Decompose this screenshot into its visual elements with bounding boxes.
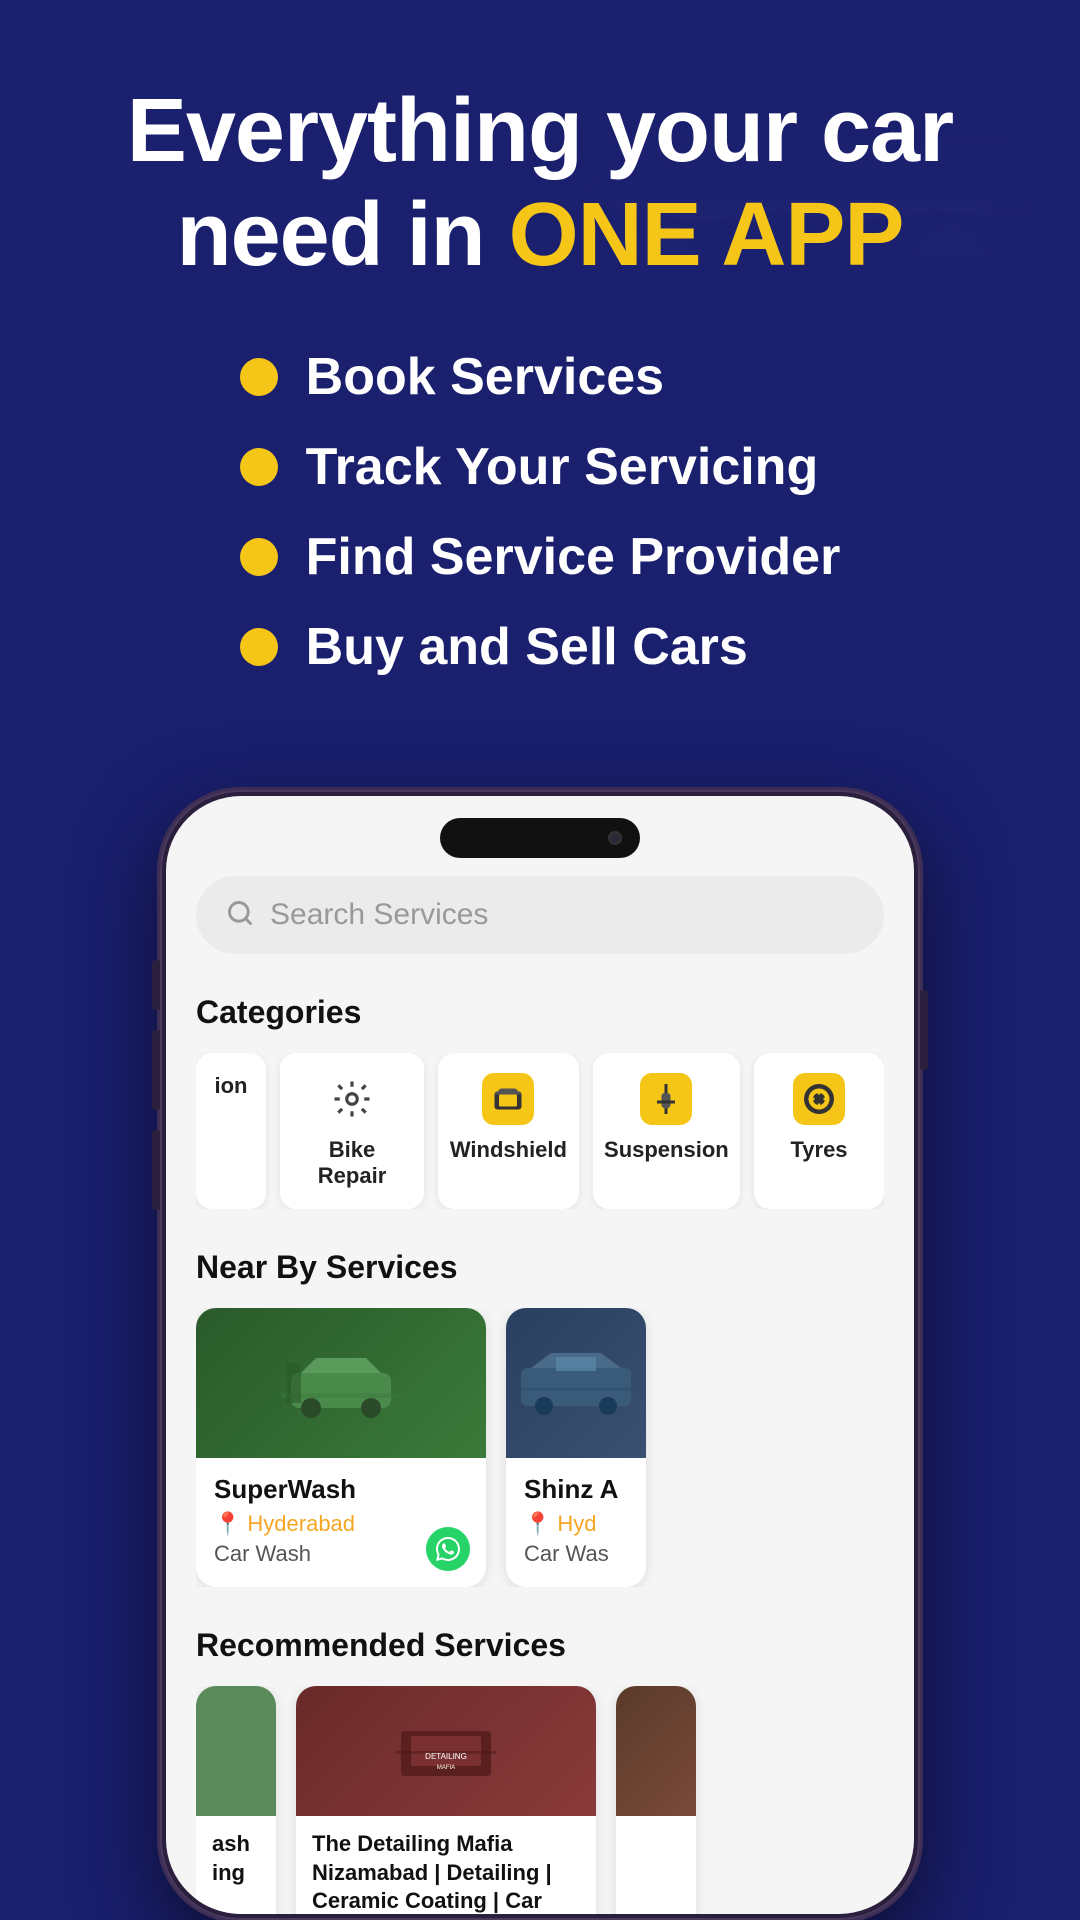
- detailing-body: The Detailing Mafia Nizamabad | Detailin…: [296, 1816, 596, 1914]
- feature-text-find: Find Service Provider: [306, 527, 841, 587]
- category-bike-repair[interactable]: Bike Repair: [280, 1053, 424, 1209]
- detailing-img: DETAILING MAFIA: [296, 1686, 596, 1816]
- rec-card-detailing[interactable]: DETAILING MAFIA The Detailing Mafia Niza…: [296, 1686, 596, 1914]
- categories-title: Categories: [196, 994, 884, 1031]
- bullet-dot-track: [240, 448, 278, 486]
- phone-screen: Search Services Categories ion: [166, 796, 914, 1914]
- rec-partial-left-body: ashing: [196, 1816, 276, 1914]
- category-windshield[interactable]: Windshield: [438, 1053, 579, 1209]
- shinz-type: Car Was: [524, 1541, 628, 1567]
- front-camera: [608, 831, 622, 845]
- service-cards-row: SuperWash 📍 Hyderabad Car Wash: [196, 1308, 884, 1587]
- volume-down-button: [152, 1130, 160, 1210]
- volume-up-button: [152, 1030, 160, 1110]
- category-suspension-name: Suspension: [604, 1137, 729, 1163]
- superwash-location: 📍 Hyderabad: [214, 1511, 468, 1537]
- gear-icon: [326, 1073, 378, 1125]
- rec-partial-left-img: [196, 1686, 276, 1816]
- search-placeholder: Search Services: [270, 898, 488, 932]
- detailing-name: The Detailing Mafia Nizamabad | Detailin…: [312, 1830, 580, 1914]
- dynamic-island: [440, 818, 640, 858]
- hero-title: Everything your car need in ONE APP: [60, 80, 1020, 287]
- shinz-name: Shinz A: [524, 1474, 628, 1505]
- search-bar[interactable]: Search Services: [196, 876, 884, 954]
- feature-track: Track Your Servicing: [240, 437, 841, 497]
- hero-title-highlight: ONE APP: [509, 185, 904, 285]
- silent-button: [152, 960, 160, 1010]
- superwash-name: SuperWash: [214, 1474, 468, 1505]
- category-bike-repair-name: Bike Repair: [298, 1137, 406, 1189]
- service-card-shinz[interactable]: Shinz A 📍 Hyd Car Was: [506, 1308, 646, 1587]
- rec-card-partial-right[interactable]: [616, 1686, 696, 1914]
- shinz-body: Shinz A 📍 Hyd Car Was: [506, 1458, 646, 1587]
- category-tyres[interactable]: Tyres: [754, 1053, 884, 1209]
- shinz-location: 📍 Hyd: [524, 1511, 628, 1537]
- superwash-image: [196, 1308, 486, 1458]
- svg-text:DETAILING: DETAILING: [425, 1752, 467, 1761]
- category-tyres-name: Tyres: [790, 1137, 847, 1163]
- rec-partial-left-name: ashing: [212, 1830, 260, 1887]
- feature-text-buy: Buy and Sell Cars: [306, 617, 748, 677]
- nearby-title: Near By Services: [196, 1249, 884, 1286]
- suspension-icon: [640, 1073, 692, 1125]
- shinz-image: [506, 1308, 646, 1458]
- power-button: [920, 990, 928, 1070]
- search-icon: [226, 899, 254, 932]
- rec-card-partial-left[interactable]: ashing: [196, 1686, 276, 1914]
- feature-find: Find Service Provider: [240, 527, 841, 587]
- rec-partial-right-img: [616, 1686, 696, 1816]
- hero-title-line1: Everything your car: [127, 81, 953, 181]
- windshield-icon: [482, 1073, 534, 1125]
- phone-content: Search Services Categories ion: [166, 796, 914, 1914]
- features-list: Book Services Track Your Servicing Find …: [240, 347, 841, 707]
- bullet-dot-book: [240, 358, 278, 396]
- category-partial[interactable]: ion: [196, 1053, 266, 1209]
- hero-section: Everything your car need in ONE APP Book…: [0, 0, 1080, 767]
- bullet-dot-buy: [240, 628, 278, 666]
- location-pin-icon: 📍: [214, 1511, 241, 1537]
- categories-row: ion Bike Repair: [196, 1053, 884, 1209]
- recommended-section: Recommended Services ashing: [196, 1627, 884, 1914]
- phone-mockup: Search Services Categories ion: [160, 790, 920, 1920]
- nearby-section: Near By Services: [196, 1249, 884, 1587]
- recommended-title: Recommended Services: [196, 1627, 884, 1664]
- rec-cards-row: ashing DETA: [196, 1686, 884, 1914]
- bullet-dot-find: [240, 538, 278, 576]
- phone-frame: Search Services Categories ion: [160, 790, 920, 1920]
- tyre-icon: [793, 1073, 845, 1125]
- svg-text:MAFIA: MAFIA: [437, 1765, 455, 1771]
- hero-title-line2: need in: [177, 185, 509, 285]
- category-suspension[interactable]: Suspension: [593, 1053, 740, 1209]
- feature-text-track: Track Your Servicing: [306, 437, 819, 497]
- service-card-superwash[interactable]: SuperWash 📍 Hyderabad Car Wash: [196, 1308, 486, 1587]
- whatsapp-button-superwash[interactable]: [426, 1527, 470, 1571]
- feature-text-book: Book Services: [306, 347, 664, 407]
- category-windshield-name: Windshield: [450, 1137, 567, 1163]
- category-partial-name: ion: [215, 1073, 248, 1099]
- categories-section: Categories ion: [196, 994, 884, 1209]
- feature-book: Book Services: [240, 347, 841, 407]
- location-pin-icon-shinz: 📍: [524, 1511, 551, 1537]
- feature-buy: Buy and Sell Cars: [240, 617, 841, 677]
